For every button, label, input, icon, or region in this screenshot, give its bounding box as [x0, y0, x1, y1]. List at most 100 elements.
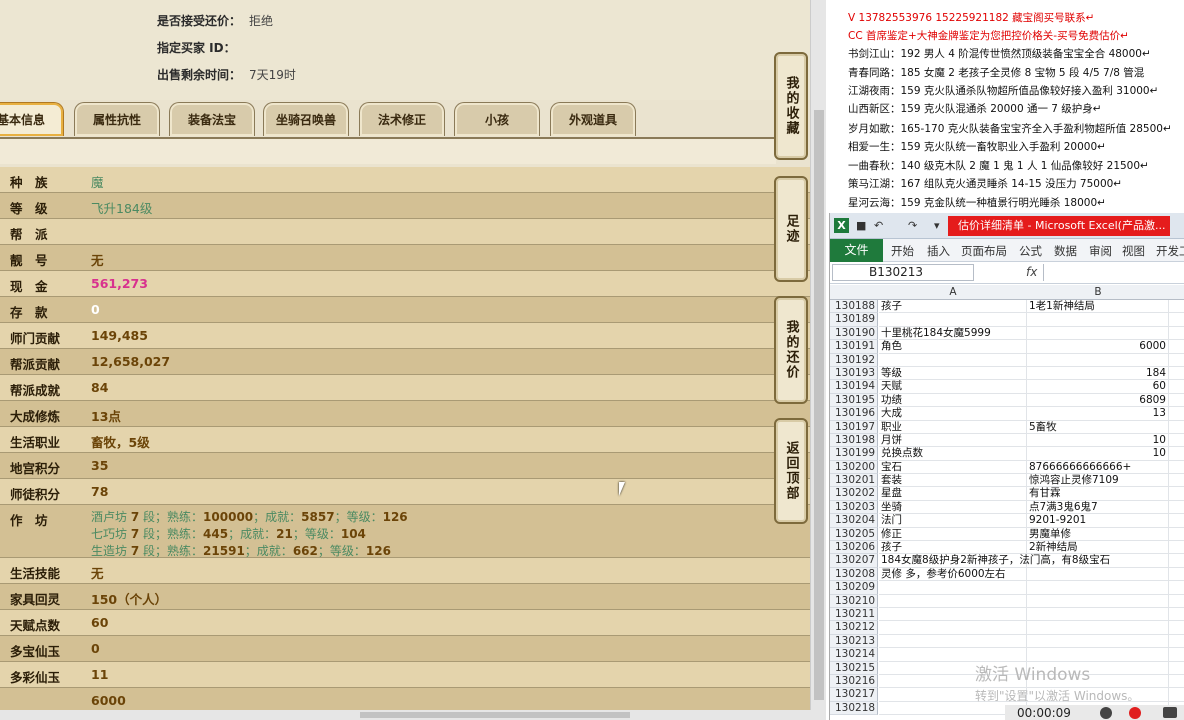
cell-b[interactable]: [1027, 313, 1169, 327]
cell-a[interactable]: 十里桃花184女魔5999: [879, 326, 1027, 341]
cell-b[interactable]: [1027, 567, 1169, 582]
cell-c[interactable]: [1169, 447, 1184, 461]
tab-equipment[interactable]: 装备法宝: [169, 102, 255, 136]
row-number[interactable]: 130212: [830, 621, 878, 635]
cell-c[interactable]: [1169, 635, 1184, 649]
cell-a[interactable]: 宝石: [879, 460, 1027, 475]
quick-access-dropdown-icon[interactable]: ▾: [934, 219, 940, 232]
cell-a[interactable]: 184女魔8级护身2新神孩子，法门高，有8级宝石: [879, 554, 1110, 568]
row-number[interactable]: 130213: [830, 634, 878, 649]
cell-a[interactable]: 星盘: [879, 487, 1027, 501]
tab-page-layout[interactable]: 页面布局: [961, 243, 1007, 259]
row-number[interactable]: 130203: [830, 500, 878, 515]
cell-c[interactable]: [1169, 541, 1184, 555]
cell-b[interactable]: 有甘霖: [1027, 487, 1169, 501]
my-offers-button[interactable]: 我的还价: [774, 296, 808, 404]
cell-b[interactable]: [1027, 554, 1169, 568]
cell-c[interactable]: [1169, 487, 1184, 501]
cell-a[interactable]: [879, 594, 1027, 608]
cell-b[interactable]: 87666666666666+: [1027, 460, 1169, 475]
cell-a[interactable]: 套装: [879, 474, 1027, 488]
footprint-button[interactable]: 足迹: [774, 176, 808, 282]
cell-b[interactable]: 男魔单修: [1027, 527, 1169, 542]
cell-c[interactable]: [1169, 461, 1184, 475]
cell-a[interactable]: [879, 621, 1027, 635]
row-number[interactable]: 130196: [830, 407, 878, 421]
cell-b[interactable]: [1027, 581, 1169, 595]
cell-b[interactable]: 10: [1027, 447, 1169, 461]
cell-c[interactable]: [1169, 380, 1184, 394]
row-number[interactable]: 130193: [830, 366, 878, 381]
row-number[interactable]: 130217: [830, 688, 878, 702]
cell-b[interactable]: 5畜牧: [1027, 420, 1169, 434]
cell-c[interactable]: [1169, 621, 1184, 635]
row-number[interactable]: 130190: [830, 326, 878, 341]
cell-b[interactable]: 9201-9201: [1027, 514, 1169, 528]
name-box[interactable]: B130213: [832, 264, 974, 281]
row-number[interactable]: 130208: [830, 567, 878, 582]
cell-c[interactable]: [1169, 595, 1184, 608]
cell-c[interactable]: [1169, 554, 1184, 568]
cell-b[interactable]: [1027, 594, 1169, 608]
tab-mounts-pets[interactable]: 坐骑召唤兽: [263, 102, 349, 136]
cell-c[interactable]: [1169, 568, 1184, 582]
cell-b[interactable]: 60: [1027, 380, 1169, 394]
cell-b[interactable]: [1027, 607, 1169, 622]
cell-b[interactable]: 6000: [1027, 340, 1169, 354]
cell-a[interactable]: [879, 634, 1027, 649]
fx-icon[interactable]: fx: [1026, 265, 1037, 279]
cell-c[interactable]: [1169, 648, 1184, 662]
cell-a[interactable]: 兑换点数: [879, 447, 1027, 461]
row-number[interactable]: 130210: [830, 594, 878, 608]
row-number[interactable]: 130195: [830, 393, 878, 408]
row-number[interactable]: 130189: [830, 313, 878, 327]
cell-c[interactable]: [1169, 514, 1184, 528]
tab-spells[interactable]: 法术修正: [359, 102, 445, 136]
cell-b[interactable]: 184: [1027, 366, 1169, 381]
cell-a[interactable]: 等级: [879, 366, 1027, 381]
cell-a[interactable]: 法门: [879, 514, 1027, 528]
row-number[interactable]: 130211: [830, 607, 878, 622]
row-number[interactable]: 130200: [830, 460, 878, 475]
cell-a[interactable]: 月饼: [879, 433, 1027, 448]
tab-developer[interactable]: 开发工: [1156, 243, 1184, 259]
row-number[interactable]: 130201: [830, 474, 878, 488]
cell-a[interactable]: 坐骑: [879, 500, 1027, 515]
cell-a[interactable]: [879, 607, 1027, 622]
tab-insert[interactable]: 插入: [927, 243, 950, 259]
cell-b[interactable]: 惊鸿容止灵修7109: [1027, 474, 1169, 488]
cell-c[interactable]: [1169, 662, 1184, 675]
cell-b[interactable]: 1老1新神结局: [1027, 300, 1169, 314]
cell-c[interactable]: [1169, 474, 1184, 488]
tab-appearance[interactable]: 外观道具: [550, 102, 636, 136]
my-favorites-button[interactable]: 我的收藏: [774, 52, 808, 160]
cell-a[interactable]: 孩子: [879, 541, 1027, 555]
cell-b[interactable]: [1027, 353, 1169, 367]
row-number[interactable]: 130202: [830, 487, 878, 501]
row-number[interactable]: 130194: [830, 380, 878, 394]
tab-formulas[interactable]: 公式: [1019, 243, 1042, 259]
cell-b[interactable]: 6809: [1027, 393, 1169, 408]
row-number[interactable]: 130216: [830, 674, 878, 689]
cell-a[interactable]: 孩子: [879, 300, 1027, 314]
row-number[interactable]: 130205: [830, 527, 878, 542]
row-number[interactable]: 130214: [830, 648, 878, 662]
cell-c[interactable]: [1169, 340, 1184, 354]
vertical-scrollbar[interactable]: [810, 0, 826, 710]
tab-home[interactable]: 开始: [891, 243, 914, 259]
row-number[interactable]: 130204: [830, 514, 878, 528]
cell-c[interactable]: [1169, 434, 1184, 448]
cell-b[interactable]: 点7满3鬼6鬼7: [1027, 500, 1169, 515]
row-number[interactable]: 130215: [830, 661, 878, 675]
cell-c[interactable]: [1169, 394, 1184, 408]
cell-a[interactable]: 大成: [879, 407, 1027, 421]
row-number[interactable]: 130192: [830, 353, 878, 367]
tab-basic-info[interactable]: 基本信息: [0, 102, 64, 136]
tab-file[interactable]: 文件: [830, 239, 883, 262]
cell-b[interactable]: 13: [1027, 407, 1169, 421]
cell-c[interactable]: [1169, 501, 1184, 515]
back-to-top-button[interactable]: 返回顶部: [774, 418, 808, 524]
cell-c[interactable]: [1169, 608, 1184, 622]
cell-b[interactable]: [1027, 621, 1169, 635]
cell-c[interactable]: [1169, 421, 1184, 434]
